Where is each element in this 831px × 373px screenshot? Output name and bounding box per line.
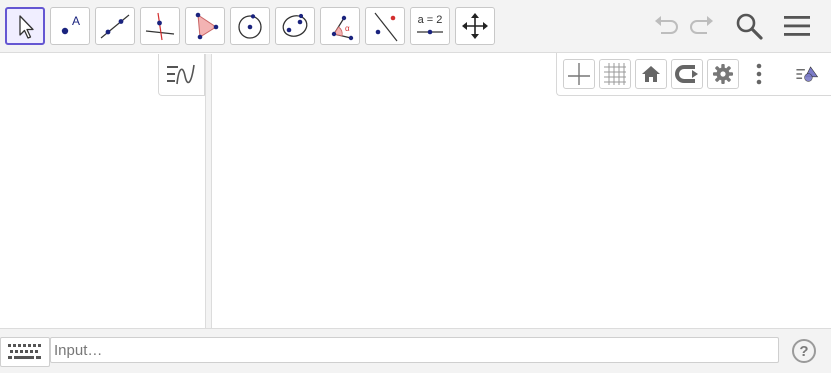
point-capturing-icon xyxy=(675,65,698,83)
point-label-glyph: A xyxy=(72,14,80,28)
tool-circle[interactable] xyxy=(230,7,270,45)
home-icon xyxy=(642,66,660,82)
redo-icon xyxy=(690,16,713,34)
input-help-button[interactable]: ? xyxy=(792,339,816,363)
perpendicular-line-icon xyxy=(145,12,175,41)
tool-perpendicular[interactable] xyxy=(140,7,180,45)
more-options-button[interactable] xyxy=(743,59,775,89)
undo-button[interactable] xyxy=(648,8,684,44)
tool-move-graphics[interactable] xyxy=(455,7,495,45)
angle-icon: α xyxy=(331,15,354,41)
point-capturing-button[interactable] xyxy=(671,59,703,89)
undo-icon xyxy=(655,16,678,34)
graphics-style-bar xyxy=(556,53,831,96)
axes-toggle-button[interactable] xyxy=(563,59,595,89)
standard-view-button[interactable] xyxy=(635,59,667,89)
search-icon xyxy=(736,13,763,40)
more-vertical-icon xyxy=(756,63,762,85)
slider-icon: a = 2 xyxy=(417,14,443,35)
toolbar: A α a = 2 xyxy=(0,0,831,53)
ellipse-icon xyxy=(282,13,308,37)
redo-button[interactable] xyxy=(684,8,720,44)
grid-icon xyxy=(604,63,626,85)
axes-icon xyxy=(568,63,590,85)
grid-toggle-button[interactable] xyxy=(599,59,631,89)
reflect-about-line-icon xyxy=(374,12,398,42)
tool-angle[interactable]: α xyxy=(320,7,360,45)
angle-label-glyph: α xyxy=(345,24,350,33)
panel-divider[interactable] xyxy=(205,54,212,328)
tool-line[interactable] xyxy=(95,7,135,45)
slider-label-glyph: a = 2 xyxy=(418,14,443,26)
tool-ellipse[interactable] xyxy=(275,7,315,45)
menu-icon xyxy=(784,16,810,36)
menu-button[interactable] xyxy=(779,8,815,44)
tool-reflect[interactable] xyxy=(365,7,405,45)
settings-gear-icon xyxy=(713,64,733,84)
algebra-input-field[interactable] xyxy=(50,337,779,363)
tool-move[interactable] xyxy=(5,7,45,45)
tool-polygon[interactable] xyxy=(185,7,225,45)
graphics-settings-button[interactable] xyxy=(707,59,739,89)
tool-slider[interactable]: a = 2 xyxy=(410,7,450,45)
style-bar-toggle-button[interactable] xyxy=(787,59,827,89)
line-through-points-icon xyxy=(100,14,130,39)
cursor-arrow-icon xyxy=(19,15,34,39)
polygon-icon xyxy=(195,12,219,40)
keyboard-toggle-button[interactable] xyxy=(0,337,50,367)
move-graphics-view-icon xyxy=(462,13,488,39)
help-label: ? xyxy=(799,342,809,360)
circle-center-point-icon xyxy=(238,14,262,39)
geogebra-app: A α a = 2 Input… ? xyxy=(0,0,831,373)
search-button[interactable] xyxy=(731,8,767,44)
tool-point[interactable]: A xyxy=(50,7,90,45)
style-bar-toggle-icon xyxy=(796,66,819,82)
point-icon: A xyxy=(61,14,80,35)
algebra-style-button[interactable] xyxy=(158,54,205,96)
keyboard-icon xyxy=(8,344,41,359)
algebra-style-icon xyxy=(166,64,195,84)
